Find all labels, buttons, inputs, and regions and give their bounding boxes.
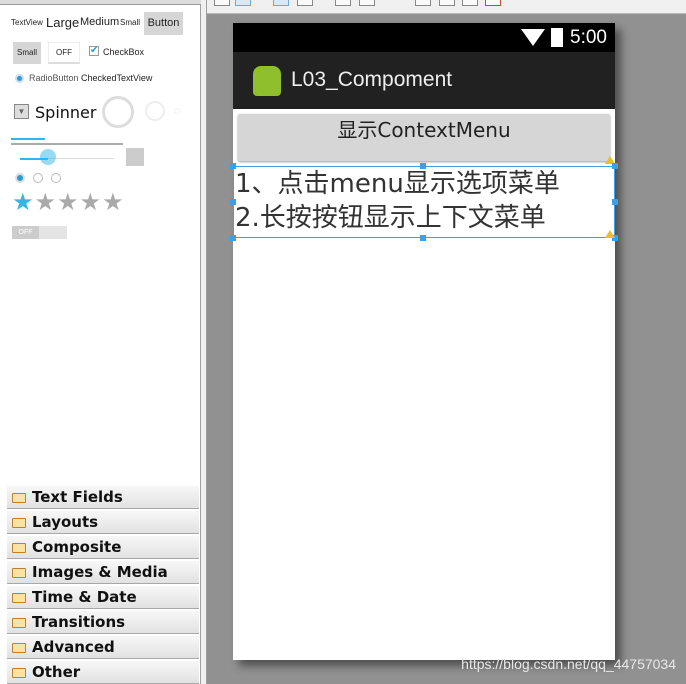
instructions-textview[interactable]: 1、点击menu显示选项菜单 2.长按按钮显示上下文菜单 xyxy=(233,166,615,238)
star-empty-icon: ★ xyxy=(34,189,58,216)
action-bar: L03_Compoment xyxy=(233,52,615,109)
category-text-fields[interactable]: Text Fields xyxy=(7,485,199,509)
rating-bar[interactable]: ★★★★★ xyxy=(12,189,125,217)
category-label: Layouts xyxy=(32,513,99,531)
palette-switch[interactable]: OFF xyxy=(12,226,39,239)
palette-medium-text[interactable]: Medium xyxy=(80,16,119,28)
text-line-1: 1、点击menu显示选项菜单 xyxy=(235,169,560,199)
folder-icon xyxy=(12,568,26,578)
selection-handle[interactable] xyxy=(230,235,236,241)
category-time-date[interactable]: Time & Date xyxy=(7,585,199,609)
quick-contact-badge-icon[interactable] xyxy=(126,148,144,166)
palette-checkbox[interactable]: CheckBox xyxy=(103,47,144,57)
app-title: L03_Compoment xyxy=(291,68,453,91)
status-bar: 5:00 xyxy=(233,23,615,52)
toolbar-button[interactable] xyxy=(485,0,501,6)
selection-handle[interactable] xyxy=(420,163,426,169)
category-label: Time & Date xyxy=(32,588,137,606)
toolbar-button[interactable] xyxy=(214,0,230,6)
palette-header xyxy=(0,0,201,5)
status-time: 5:00 xyxy=(570,27,607,48)
folder-icon xyxy=(12,643,26,653)
palette-small-button[interactable]: Small xyxy=(13,42,41,64)
palette-large-text[interactable]: Large xyxy=(46,15,79,30)
category-images-media[interactable]: Images & Media xyxy=(7,560,199,584)
category-advanced[interactable]: Advanced xyxy=(7,635,199,659)
palette-checkedtextview[interactable]: CheckedTextView xyxy=(81,73,152,83)
category-layouts[interactable]: Layouts xyxy=(7,510,199,534)
category-label: Images & Media xyxy=(32,563,168,581)
progress-large-icon[interactable] xyxy=(102,96,134,128)
checkbox-icon[interactable]: ✔ xyxy=(89,46,99,56)
category-label: Composite xyxy=(32,538,122,556)
progress-horizontal[interactable] xyxy=(11,143,123,145)
watermark: https://blog.csdn.net/qq_44757034 xyxy=(461,656,676,672)
show-context-menu-button[interactable]: 显示ContextMenu xyxy=(238,114,610,161)
toolbar-button[interactable] xyxy=(235,0,251,6)
star-empty-icon: ★ xyxy=(79,189,103,216)
palette-button[interactable]: Button xyxy=(144,12,183,35)
wifi-icon xyxy=(521,29,545,46)
battery-icon xyxy=(551,28,563,47)
radio-group-checked-icon[interactable] xyxy=(15,173,25,183)
folder-icon xyxy=(12,543,26,553)
text-line-2: 2.长按按钮显示上下文菜单 xyxy=(235,203,546,233)
toolbar-button[interactable] xyxy=(273,0,289,6)
palette-small-text[interactable]: Small xyxy=(120,18,140,27)
selection-handle[interactable] xyxy=(230,163,236,169)
radio-group-unchecked-icon[interactable] xyxy=(33,173,43,183)
category-other[interactable]: Other xyxy=(7,660,199,684)
toolbar-button[interactable] xyxy=(439,0,455,6)
seekbar-thumb[interactable] xyxy=(40,149,56,165)
category-label: Other xyxy=(32,663,81,681)
toolbar-button[interactable] xyxy=(359,0,375,6)
toolbar-button[interactable] xyxy=(462,0,478,6)
star-empty-icon: ★ xyxy=(102,189,125,216)
selection-handle[interactable] xyxy=(612,199,618,205)
progress-horizontal-fill xyxy=(11,138,45,140)
palette-panel: TextView Large Medium Small Button Small… xyxy=(0,0,201,684)
folder-icon xyxy=(12,493,26,503)
selection-handle[interactable] xyxy=(420,235,426,241)
category-label: Advanced xyxy=(32,638,115,656)
palette-spinner[interactable]: Spinner xyxy=(35,103,96,122)
folder-icon xyxy=(12,518,26,528)
palette-radiobutton[interactable]: RadioButton xyxy=(29,73,79,83)
star-empty-icon: ★ xyxy=(57,189,80,216)
progress-small-icon[interactable] xyxy=(174,108,180,114)
category-composite[interactable]: Composite xyxy=(7,535,199,559)
category-transitions[interactable]: Transitions xyxy=(7,610,199,634)
palette-toggle-button[interactable]: OFF xyxy=(48,42,80,64)
radio-group-unchecked-icon[interactable] xyxy=(51,173,61,183)
device-screen: 5:00 L03_Compoment 显示ContextMenu 1、点击men… xyxy=(230,23,618,660)
selection-handle[interactable] xyxy=(230,199,236,205)
toolbar-button[interactable] xyxy=(297,0,313,6)
progress-medium-icon[interactable] xyxy=(145,101,165,121)
folder-icon xyxy=(12,618,26,628)
palette-textview[interactable]: TextView xyxy=(11,18,43,27)
folder-icon xyxy=(12,668,26,678)
spinner-dropdown-icon: ▼ xyxy=(14,104,29,119)
folder-icon xyxy=(12,593,26,603)
editor-toolbar xyxy=(207,0,686,10)
selection-handle[interactable] xyxy=(612,163,618,169)
radio-icon xyxy=(15,74,24,83)
category-label: Transitions xyxy=(32,613,126,631)
android-app-icon xyxy=(253,66,281,96)
star-filled-icon: ★ xyxy=(12,189,35,216)
toolbar-button[interactable] xyxy=(335,0,351,6)
warning-icon xyxy=(605,230,615,238)
category-label: Text Fields xyxy=(32,488,123,506)
toolbar-button[interactable] xyxy=(415,0,431,6)
